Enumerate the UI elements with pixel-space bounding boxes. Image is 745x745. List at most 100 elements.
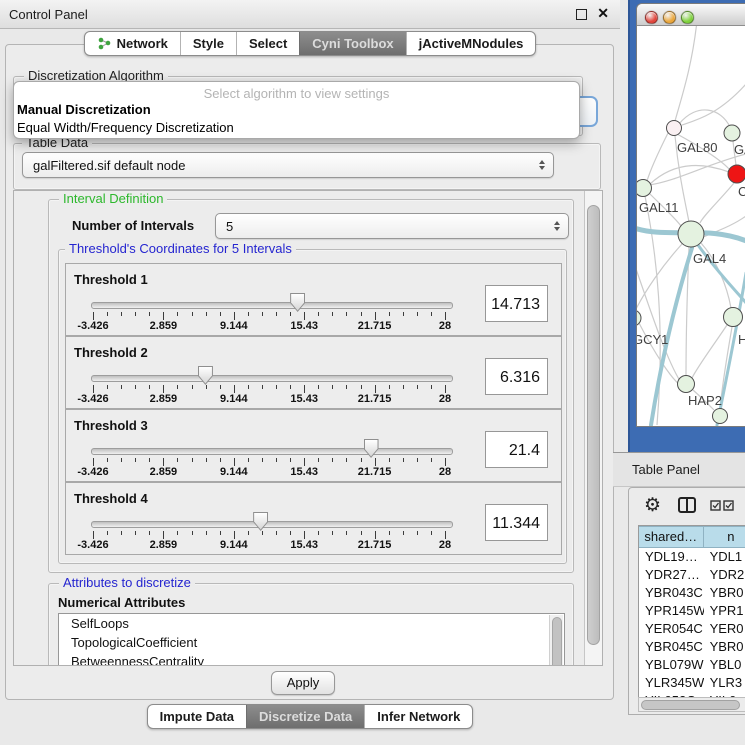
attribute-item[interactable]: BetweennessCentrality	[59, 652, 564, 666]
network-node[interactable]	[728, 165, 745, 183]
algorithm-option-equal-width-frequency-discretization[interactable]: Equal Width/Frequency Discretization	[14, 119, 579, 137]
tick-mark	[107, 312, 108, 316]
network-node[interactable]	[667, 121, 682, 136]
tick-mark	[107, 458, 108, 462]
column-header[interactable]: n	[704, 526, 745, 548]
algorithm-popup-hint: Select algorithm to view settings	[14, 82, 579, 101]
attribute-item[interactable]: SelfLoops	[59, 614, 564, 633]
threshold-slider-track[interactable]	[91, 448, 453, 455]
table-row[interactable]: YLR345WYLR3	[639, 674, 745, 692]
algorithm-popup-items: Manual DiscretizationEqual Width/Frequen…	[14, 101, 579, 137]
minimize-traffic-light-icon[interactable]	[663, 11, 676, 24]
numerical-attributes-list[interactable]: SelfLoopsTopologicalCoefficientBetweenne…	[58, 613, 565, 666]
checkbox-icon[interactable]	[723, 500, 734, 511]
number-of-intervals-combo[interactable]: 5	[215, 213, 569, 239]
settings-vertical-scrollbar[interactable]	[584, 191, 602, 665]
table-row[interactable]: YDL19…YDL1	[639, 548, 745, 566]
tick-mark	[248, 458, 249, 462]
tick-label: 15.43	[276, 539, 332, 551]
tick-mark	[234, 385, 235, 393]
tick-label: 28	[417, 393, 473, 405]
tab-cyni-toolbox[interactable]: Cyni Toolbox	[299, 32, 405, 55]
table-scrollbar-thumb[interactable]	[641, 700, 740, 710]
network-canvas[interactable]: GAL80GAGAL11CGAL4GCY1HHAP2	[637, 26, 745, 426]
tab-impute-data[interactable]: Impute Data	[148, 705, 246, 728]
table-panel-title: Table Panel	[632, 462, 700, 477]
network-node[interactable]	[724, 125, 740, 141]
network-node[interactable]	[678, 221, 704, 247]
checkbox-icon[interactable]	[710, 500, 721, 511]
tick-mark	[417, 531, 418, 535]
table-row[interactable]: YDR27…YDR2	[639, 566, 745, 584]
tick-mark	[248, 531, 249, 535]
gear-icon[interactable]: ⚙	[644, 494, 661, 517]
tick-mark	[375, 531, 376, 539]
interval-definition-title: Interval Definition	[59, 192, 167, 206]
network-node[interactable]	[678, 376, 695, 393]
tick-mark	[403, 385, 404, 389]
list-scrollbar-thumb[interactable]	[552, 617, 562, 666]
tick-mark	[332, 312, 333, 316]
tick-mark	[163, 458, 164, 466]
tab-network[interactable]: Network	[85, 32, 180, 55]
zoom-traffic-light-icon[interactable]	[681, 11, 694, 24]
tick-mark	[346, 385, 347, 389]
columns-icon[interactable]	[678, 497, 696, 513]
table-row[interactable]: YBL079WYBL0	[639, 656, 745, 674]
threshold-value-field[interactable]: 6.316	[485, 358, 548, 395]
threshold-value-field[interactable]: 14.713	[485, 285, 548, 322]
tick-mark	[389, 312, 390, 316]
attribute-item[interactable]: TopologicalCoefficient	[59, 633, 564, 652]
network-node[interactable]	[724, 308, 743, 327]
table-row[interactable]: YER054CYER0	[639, 620, 745, 638]
table-row[interactable]: YPR145WYPR1	[639, 602, 745, 620]
settings-scrollbar-thumb[interactable]	[587, 205, 600, 645]
table-row[interactable]: YBR043CYBR0	[639, 584, 745, 602]
numerical-attributes-label: Numerical Attributes	[58, 595, 185, 610]
tick-label: 21.715	[347, 393, 403, 405]
threshold-slider-thumb[interactable]	[198, 366, 213, 385]
tab-label: jActiveMNodules	[419, 36, 524, 51]
tick-mark	[431, 458, 432, 462]
tick-mark	[234, 312, 235, 320]
table-header-row: shared…n	[639, 526, 745, 548]
tick-mark	[149, 312, 150, 316]
threshold-slider-track[interactable]	[91, 375, 453, 382]
network-edge	[679, 110, 730, 127]
algorithm-option-manual-discretization[interactable]: Manual Discretization	[14, 101, 579, 119]
threshold-value-field[interactable]: 21.4	[485, 431, 548, 468]
tick-mark	[206, 385, 207, 389]
list-scrollbar[interactable]	[549, 615, 563, 666]
tab-jactivemnodules[interactable]: jActiveMNodules	[406, 32, 536, 55]
tick-mark	[332, 531, 333, 535]
threshold-value-field[interactable]: 11.344	[485, 504, 548, 541]
apply-button[interactable]: Apply	[271, 671, 335, 695]
tick-mark	[445, 385, 446, 393]
close-icon[interactable]: ✕	[597, 5, 609, 22]
threshold-slider-track[interactable]	[91, 521, 453, 528]
tick-mark	[192, 312, 193, 316]
table-row[interactable]: YBR045CYBR0	[639, 638, 745, 656]
threshold-slider-thumb[interactable]	[253, 512, 268, 531]
threshold-slider-thumb[interactable]	[290, 293, 305, 312]
column-header[interactable]: shared…	[639, 526, 704, 548]
tab-select[interactable]: Select	[236, 32, 299, 55]
table-data-combo-value: galFiltered.sif default node	[33, 158, 185, 173]
tab-discretize-data[interactable]: Discretize Data	[246, 705, 364, 728]
table-data-combo[interactable]: galFiltered.sif default node	[22, 152, 554, 178]
network-node[interactable]	[637, 180, 652, 197]
tick-mark	[403, 458, 404, 462]
tab-label: Impute Data	[160, 709, 234, 724]
network-node-label: GAL80	[677, 140, 717, 155]
threshold-slider-thumb[interactable]	[364, 439, 379, 458]
table-horizontal-scrollbar[interactable]	[638, 697, 745, 712]
tab-infer-network[interactable]: Infer Network	[364, 705, 472, 728]
network-node[interactable]	[713, 409, 728, 424]
number-of-intervals-label: Number of Intervals	[72, 218, 194, 233]
tab-style[interactable]: Style	[180, 32, 236, 55]
network-node-label: GCY1	[637, 332, 668, 347]
close-traffic-light-icon[interactable]	[645, 11, 658, 24]
threshold-slider-track[interactable]	[91, 302, 453, 309]
network-node[interactable]	[637, 310, 641, 326]
float-icon[interactable]	[576, 9, 587, 20]
